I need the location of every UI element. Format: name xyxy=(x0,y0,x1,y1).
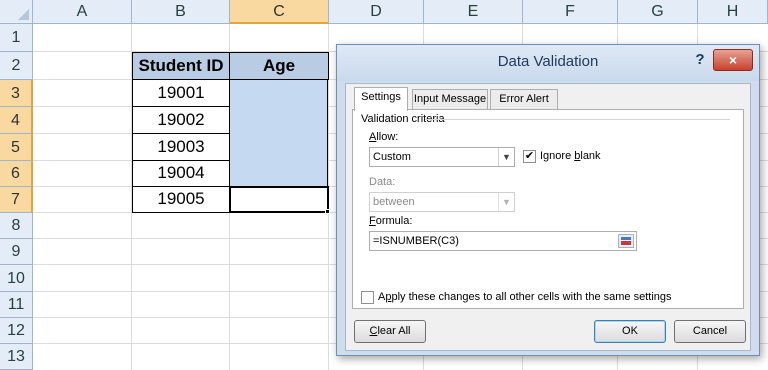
column-header-a[interactable]: A xyxy=(33,0,132,24)
column-header-f[interactable]: F xyxy=(523,0,618,24)
row-header-5[interactable]: 5 xyxy=(0,134,33,161)
range-select-bar xyxy=(621,241,631,245)
apply-changes-text: ply these changes to all other cells wit… xyxy=(391,291,672,303)
formula-input-value: =ISNUMBER(C3) xyxy=(373,235,459,247)
data-select: between ▼ xyxy=(369,192,515,212)
dialog-body: Settings Input Message Error Alert Valid… xyxy=(345,83,751,351)
tab-input-message[interactable]: Input Message xyxy=(412,89,488,110)
row-header-13[interactable]: 13 xyxy=(0,344,33,370)
ignore-blank-checkbox[interactable]: ✔ xyxy=(523,150,536,163)
range-select-bar xyxy=(621,237,631,240)
student-id-cell[interactable]: 19002 xyxy=(132,106,230,134)
allow-select-value: Custom xyxy=(373,151,411,163)
formula-label: Formula: xyxy=(369,215,412,227)
age-cell-active[interactable] xyxy=(229,186,329,213)
row-header-12[interactable]: 12 xyxy=(0,318,33,344)
apply-changes-checkbox[interactable] xyxy=(361,291,374,304)
allow-label-text: llow: xyxy=(376,131,399,143)
chevron-down-icon: ▼ xyxy=(498,193,514,211)
row-header-6[interactable]: 6 xyxy=(0,161,33,187)
column-header-b[interactable]: B xyxy=(132,0,230,24)
formula-input[interactable]: =ISNUMBER(C3) xyxy=(369,231,637,251)
ignore-blank-label[interactable]: Ignore blank xyxy=(540,150,601,162)
row-header-7[interactable]: 7 xyxy=(0,187,33,213)
ignore-blank-text: Ignore xyxy=(540,150,575,162)
formula-label-text: ormula: xyxy=(375,215,413,227)
student-id-cell[interactable]: 19001 xyxy=(132,79,230,107)
data-validation-dialog: Data Validation ? × Settings Input Messa… xyxy=(336,44,760,356)
row-header-8[interactable]: 8 xyxy=(0,213,33,239)
chevron-down-icon[interactable]: ▼ xyxy=(498,148,514,166)
clear-all-button[interactable]: Clear All xyxy=(354,320,426,343)
row-header-4[interactable]: 4 xyxy=(0,107,33,134)
column-header-d[interactable]: D xyxy=(329,0,424,24)
clear-all-text: lear All xyxy=(377,325,411,337)
cancel-button[interactable]: Cancel xyxy=(674,320,746,343)
student-id-cell[interactable]: 19005 xyxy=(132,186,230,213)
row-header-3[interactable]: 3 xyxy=(0,80,33,107)
row-header-2[interactable]: 2 xyxy=(0,52,33,80)
select-all-triangle-icon xyxy=(18,9,29,20)
allow-label: Allow: xyxy=(369,131,398,143)
fill-handle[interactable] xyxy=(325,209,330,214)
allow-select[interactable]: Custom ▼ xyxy=(369,147,515,167)
header-cell-student-id[interactable]: Student ID xyxy=(132,52,230,80)
help-icon[interactable]: ? xyxy=(691,49,709,71)
data-select-value: between xyxy=(373,196,415,208)
row-header-11[interactable]: 11 xyxy=(0,292,33,318)
column-header-h[interactable]: H xyxy=(698,0,768,24)
tab-error-alert[interactable]: Error Alert xyxy=(490,89,558,110)
age-cells-selection[interactable] xyxy=(230,80,328,186)
data-label: Data: xyxy=(369,176,396,188)
group-divider xyxy=(425,119,730,120)
formula-label-accelerator: F xyxy=(369,215,376,227)
tab-settings[interactable]: Settings xyxy=(354,87,408,111)
select-all-corner[interactable] xyxy=(0,0,33,24)
student-id-cell[interactable]: 19004 xyxy=(132,160,230,187)
column-header-g[interactable]: G xyxy=(618,0,698,24)
header-cell-age[interactable]: Age xyxy=(229,52,329,80)
column-header-e[interactable]: E xyxy=(424,0,523,24)
row-header-9[interactable]: 9 xyxy=(0,239,33,265)
ignore-blank-text: lank xyxy=(580,150,601,162)
close-button[interactable]: × xyxy=(713,49,753,71)
student-id-cell[interactable]: 19003 xyxy=(132,133,230,161)
range-select-icon[interactable] xyxy=(618,234,634,248)
apply-changes-label[interactable]: Apply these changes to all other cells w… xyxy=(378,291,672,303)
row-header-1[interactable]: 1 xyxy=(0,24,33,52)
column-header-c[interactable]: C xyxy=(230,0,329,24)
settings-panel: Validation criteria Allow: Custom ▼ ✔ Ig… xyxy=(352,109,744,309)
row-header-10[interactable]: 10 xyxy=(0,265,33,292)
ok-button[interactable]: OK xyxy=(594,320,666,343)
